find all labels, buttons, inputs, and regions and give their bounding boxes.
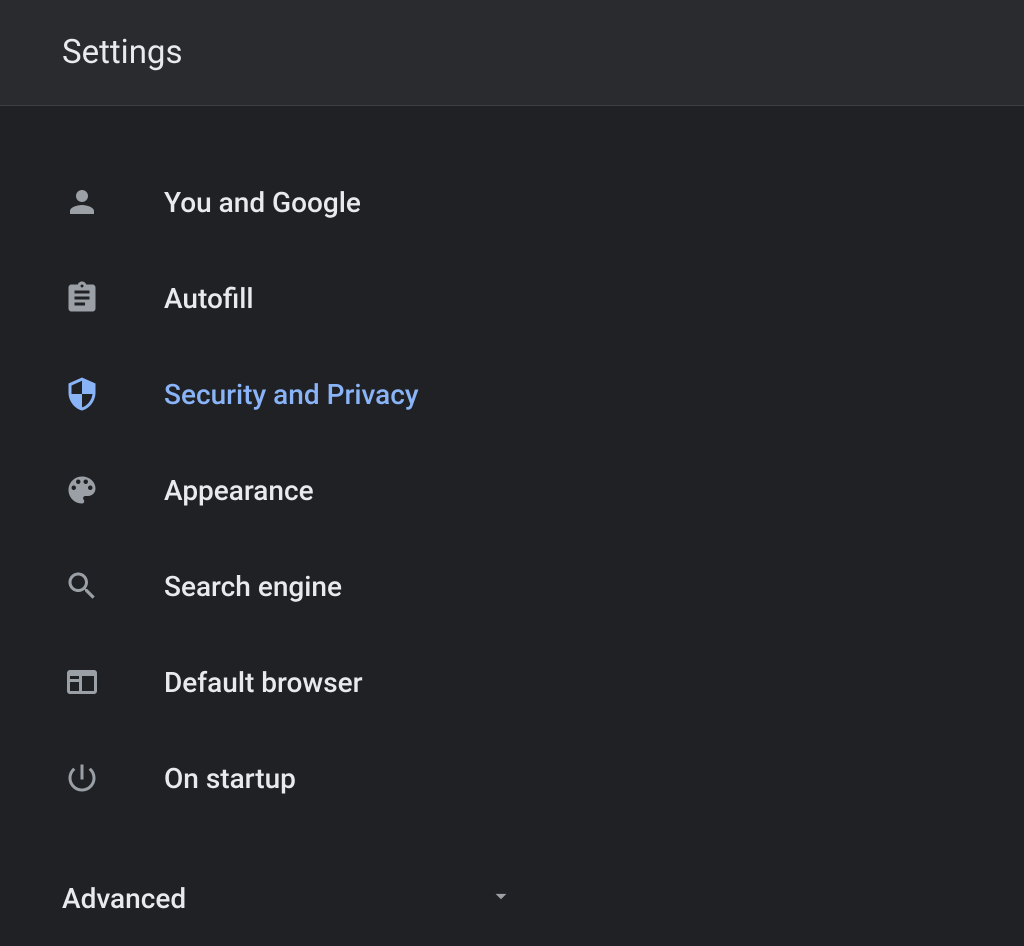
sidebar-advanced-toggle[interactable]: Advanced xyxy=(0,850,1024,946)
browser-icon xyxy=(62,662,102,702)
settings-header: Settings xyxy=(0,0,1024,106)
shield-icon xyxy=(62,374,102,414)
sidebar-item-default-browser[interactable]: Default browser xyxy=(0,634,1024,730)
settings-sidebar: You and Google Autofill Security and Pri… xyxy=(0,106,1024,946)
sidebar-item-you-and-google[interactable]: You and Google xyxy=(0,154,1024,250)
power-icon xyxy=(62,758,102,798)
search-icon xyxy=(62,566,102,606)
sidebar-item-label: On startup xyxy=(164,762,296,795)
palette-icon xyxy=(62,470,102,510)
person-icon xyxy=(62,182,102,222)
sidebar-item-search-engine[interactable]: Search engine xyxy=(0,538,1024,634)
sidebar-item-label: Search engine xyxy=(164,570,342,603)
sidebar-item-label: Appearance xyxy=(164,474,314,507)
sidebar-item-label: Autofill xyxy=(164,282,254,315)
chevron-down-icon xyxy=(488,883,514,913)
sidebar-item-on-startup[interactable]: On startup xyxy=(0,730,1024,826)
sidebar-item-security-privacy[interactable]: Security and Privacy xyxy=(0,346,1024,442)
clipboard-icon xyxy=(62,278,102,318)
sidebar-item-label: You and Google xyxy=(164,186,361,219)
page-title: Settings xyxy=(62,33,183,72)
sidebar-item-autofill[interactable]: Autofill xyxy=(0,250,1024,346)
sidebar-item-label: Default browser xyxy=(164,666,363,699)
sidebar-item-label: Security and Privacy xyxy=(164,378,419,411)
advanced-label: Advanced xyxy=(62,882,186,915)
sidebar-item-appearance[interactable]: Appearance xyxy=(0,442,1024,538)
